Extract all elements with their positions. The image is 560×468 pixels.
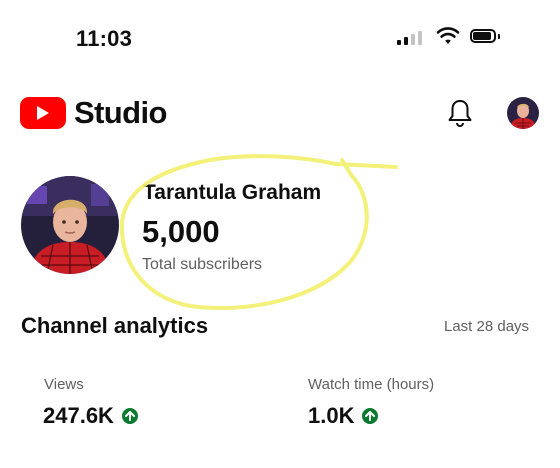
cellular-signal-icon [397,31,422,45]
app-name: Studio [74,95,167,130]
wifi-icon [436,27,460,44]
notification-bell-icon[interactable] [447,98,473,128]
metric-watch-time-value: 1.0K [308,403,355,428]
status-time: 11:03 [76,26,133,51]
subscriber-count: 5,000 [142,214,220,249]
account-avatar[interactable] [507,97,539,129]
up-arrow-icon [121,408,138,424]
analytics-title: Channel analytics [21,313,209,338]
metric-watch-time[interactable]: 1.0K [308,403,379,429]
metric-views[interactable]: 247.6K [43,403,138,429]
up-arrow-icon [362,408,379,424]
analytics-period[interactable]: Last 28 days [444,318,529,335]
youtube-studio-logo[interactable]: Studio [20,95,167,131]
subscriber-label: Total subscribers [142,256,263,273]
metric-watch-time-label: Watch time (hours) [308,376,435,393]
youtube-play-icon [20,97,66,129]
battery-icon [470,29,500,45]
metric-views-value: 247.6K [43,403,114,428]
metric-views-label: Views [44,376,84,393]
channel-avatar[interactable] [21,176,119,274]
channel-name: Tarantula Graham [143,181,322,204]
